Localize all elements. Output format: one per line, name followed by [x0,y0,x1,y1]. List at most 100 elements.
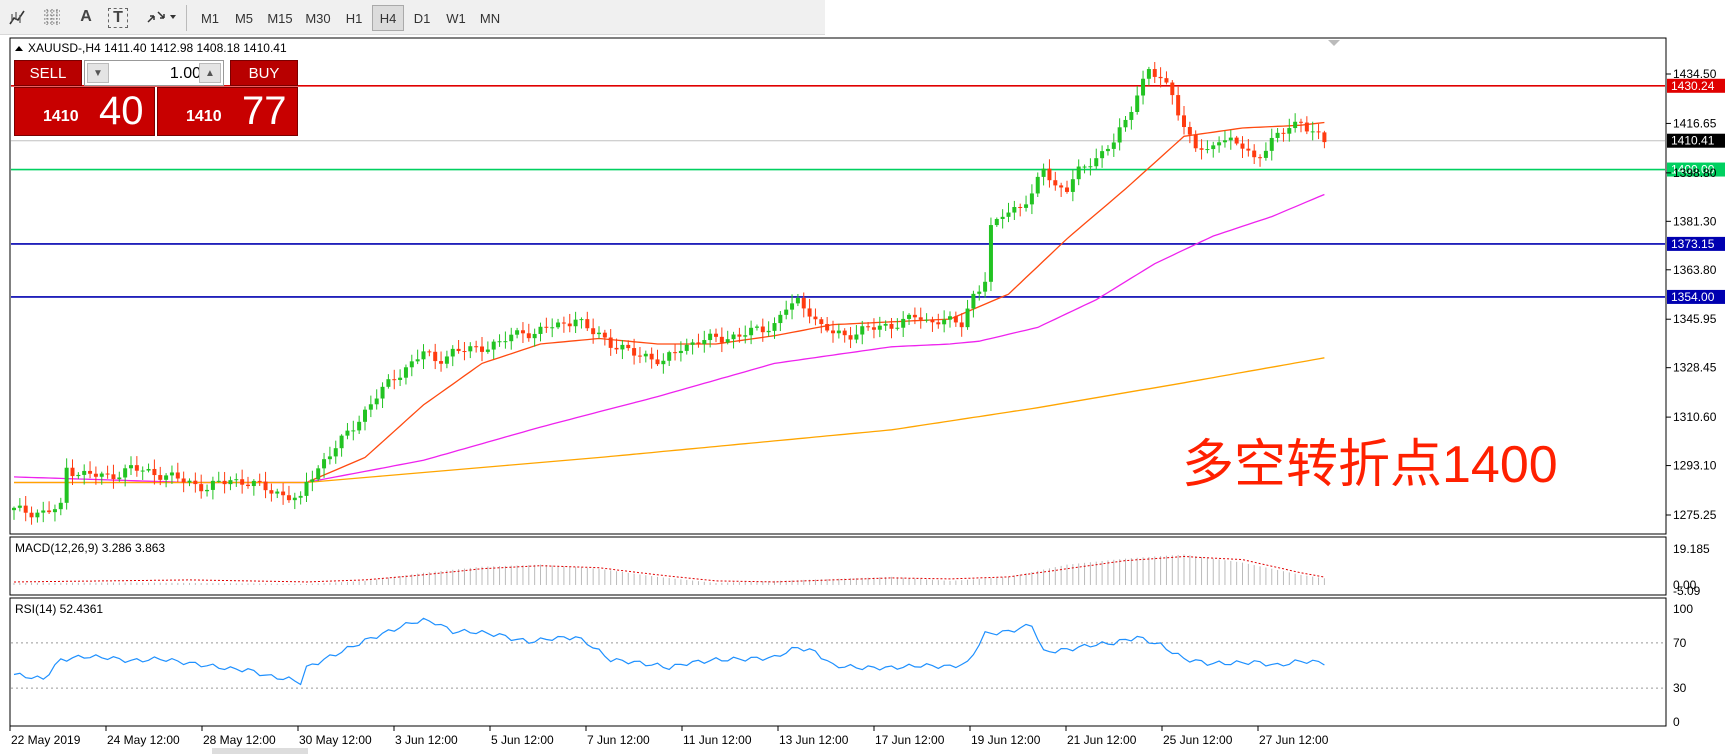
candle-body [515,330,520,335]
timeframe-m15-button[interactable]: M15 [262,5,298,31]
candle-body [848,335,853,340]
timeframe-w1-button[interactable]: W1 [440,5,472,31]
macd-tick-label: -5.09 [1673,584,1701,598]
candle-body [778,314,783,324]
price-tick-label: 1328.45 [1673,361,1717,375]
candle-body [1316,131,1321,133]
rsi-title: RSI(14) 52.4361 [15,602,103,616]
candle-body [1123,119,1128,128]
horizontal-scrollbar[interactable] [212,748,308,754]
candle-body [503,341,508,343]
buy-button[interactable]: BUY [230,60,298,86]
candle-body [1281,132,1286,134]
lot-size-field[interactable]: ▼ ▲ [84,60,224,86]
candle-body [216,480,221,482]
price-tick-label: 1310.60 [1673,410,1717,424]
candle-body [626,344,631,349]
candle-body [497,341,502,343]
candle-body [930,319,935,323]
chart-area[interactable]: 1430.241410.411400.001373.151354.00 1434… [0,34,1730,756]
candle-body [292,497,297,501]
candle-body [1012,206,1017,213]
candle-body [1059,185,1064,188]
candle-body [357,421,362,431]
candle-body [667,352,672,361]
timeframe-h4-button[interactable]: H4 [372,5,404,31]
candle-body [1117,127,1122,143]
candle-body [602,332,607,338]
candle-body [269,490,274,494]
timeframe-mn-button[interactable]: MN [474,5,506,31]
candle-body [725,339,730,343]
candle-body [298,495,303,498]
timeframe-d1-button[interactable]: D1 [406,5,438,31]
lot-increase-icon[interactable]: ▲ [199,63,221,83]
candle-body [1258,157,1263,159]
timeframe-m30-button[interactable]: M30 [300,5,336,31]
candle-body [1299,121,1303,123]
grid-icon[interactable] [40,5,64,29]
sell-price-button[interactable]: 1410 40 [14,87,155,136]
candle-body [696,342,701,345]
candle-body [790,303,795,310]
candle-body [1287,128,1292,134]
time-tick-label: 27 Jun 12:00 [1259,733,1329,747]
candle-body [23,505,28,513]
text-label-icon[interactable]: T [108,8,128,28]
sell-price-main: 40 [99,89,144,133]
candle-body [1141,78,1146,96]
rsi-tick-label: 0 [1673,715,1680,729]
candle-body [1094,158,1099,167]
arrows-icon[interactable] [143,5,179,29]
one-click-trading-panel: SELL ▼ ▲ BUY 1410 40 1410 77 [14,60,298,136]
candle-body [380,386,385,399]
candle-body [1240,143,1245,149]
candle-body [1234,137,1239,144]
chart-type-icon[interactable] [6,5,30,29]
candle-body [1088,166,1093,168]
candle-body [1205,149,1210,151]
time-tick-label: 28 May 12:00 [203,733,276,747]
candle-body [1263,150,1268,158]
candle-body [82,470,87,475]
candle-body [889,323,894,329]
candle-body [544,326,549,328]
candle-body [374,398,379,405]
lot-size-input[interactable] [111,63,203,85]
candle-body [1041,168,1046,177]
candle-body [731,334,736,340]
candle-body [836,330,841,334]
candle-body [304,481,309,496]
text-icon[interactable]: A [74,5,98,29]
candle-body [749,327,754,336]
lot-decrease-icon[interactable]: ▼ [87,63,109,83]
price-tick-label: 1434.50 [1673,67,1717,81]
buy-price-button[interactable]: 1410 77 [157,87,298,136]
sell-button[interactable]: SELL [14,60,82,86]
timeframe-h1-button[interactable]: H1 [338,5,370,31]
candle-body [912,314,917,318]
candle-body [871,327,876,330]
candle-body [1065,187,1069,192]
candle-body [333,448,338,457]
sell-price-prefix: 1410 [43,108,79,125]
candle-body [1246,148,1251,151]
level-label: 1373.15 [1671,237,1715,251]
timeframe-m5-button[interactable]: M5 [228,5,260,31]
candle-body [977,291,982,294]
candle-body [994,218,999,226]
candle-body [1228,137,1233,141]
candle-body [948,316,952,320]
candle-body [444,356,449,364]
candle-body [971,293,976,309]
symbol-info: XAUUSD-,H4 1411.40 1412.98 1408.18 1410.… [28,41,287,55]
candle-body [620,344,625,350]
candle-body [1211,145,1216,150]
level-label: 1354.00 [1671,290,1715,304]
candle-body [684,344,689,351]
candle-body [35,512,40,518]
timeframe-m1-button[interactable]: M1 [194,5,226,31]
candle-body [164,475,169,480]
time-tick-label: 25 Jun 12:00 [1163,733,1233,747]
candle-body [29,512,34,518]
